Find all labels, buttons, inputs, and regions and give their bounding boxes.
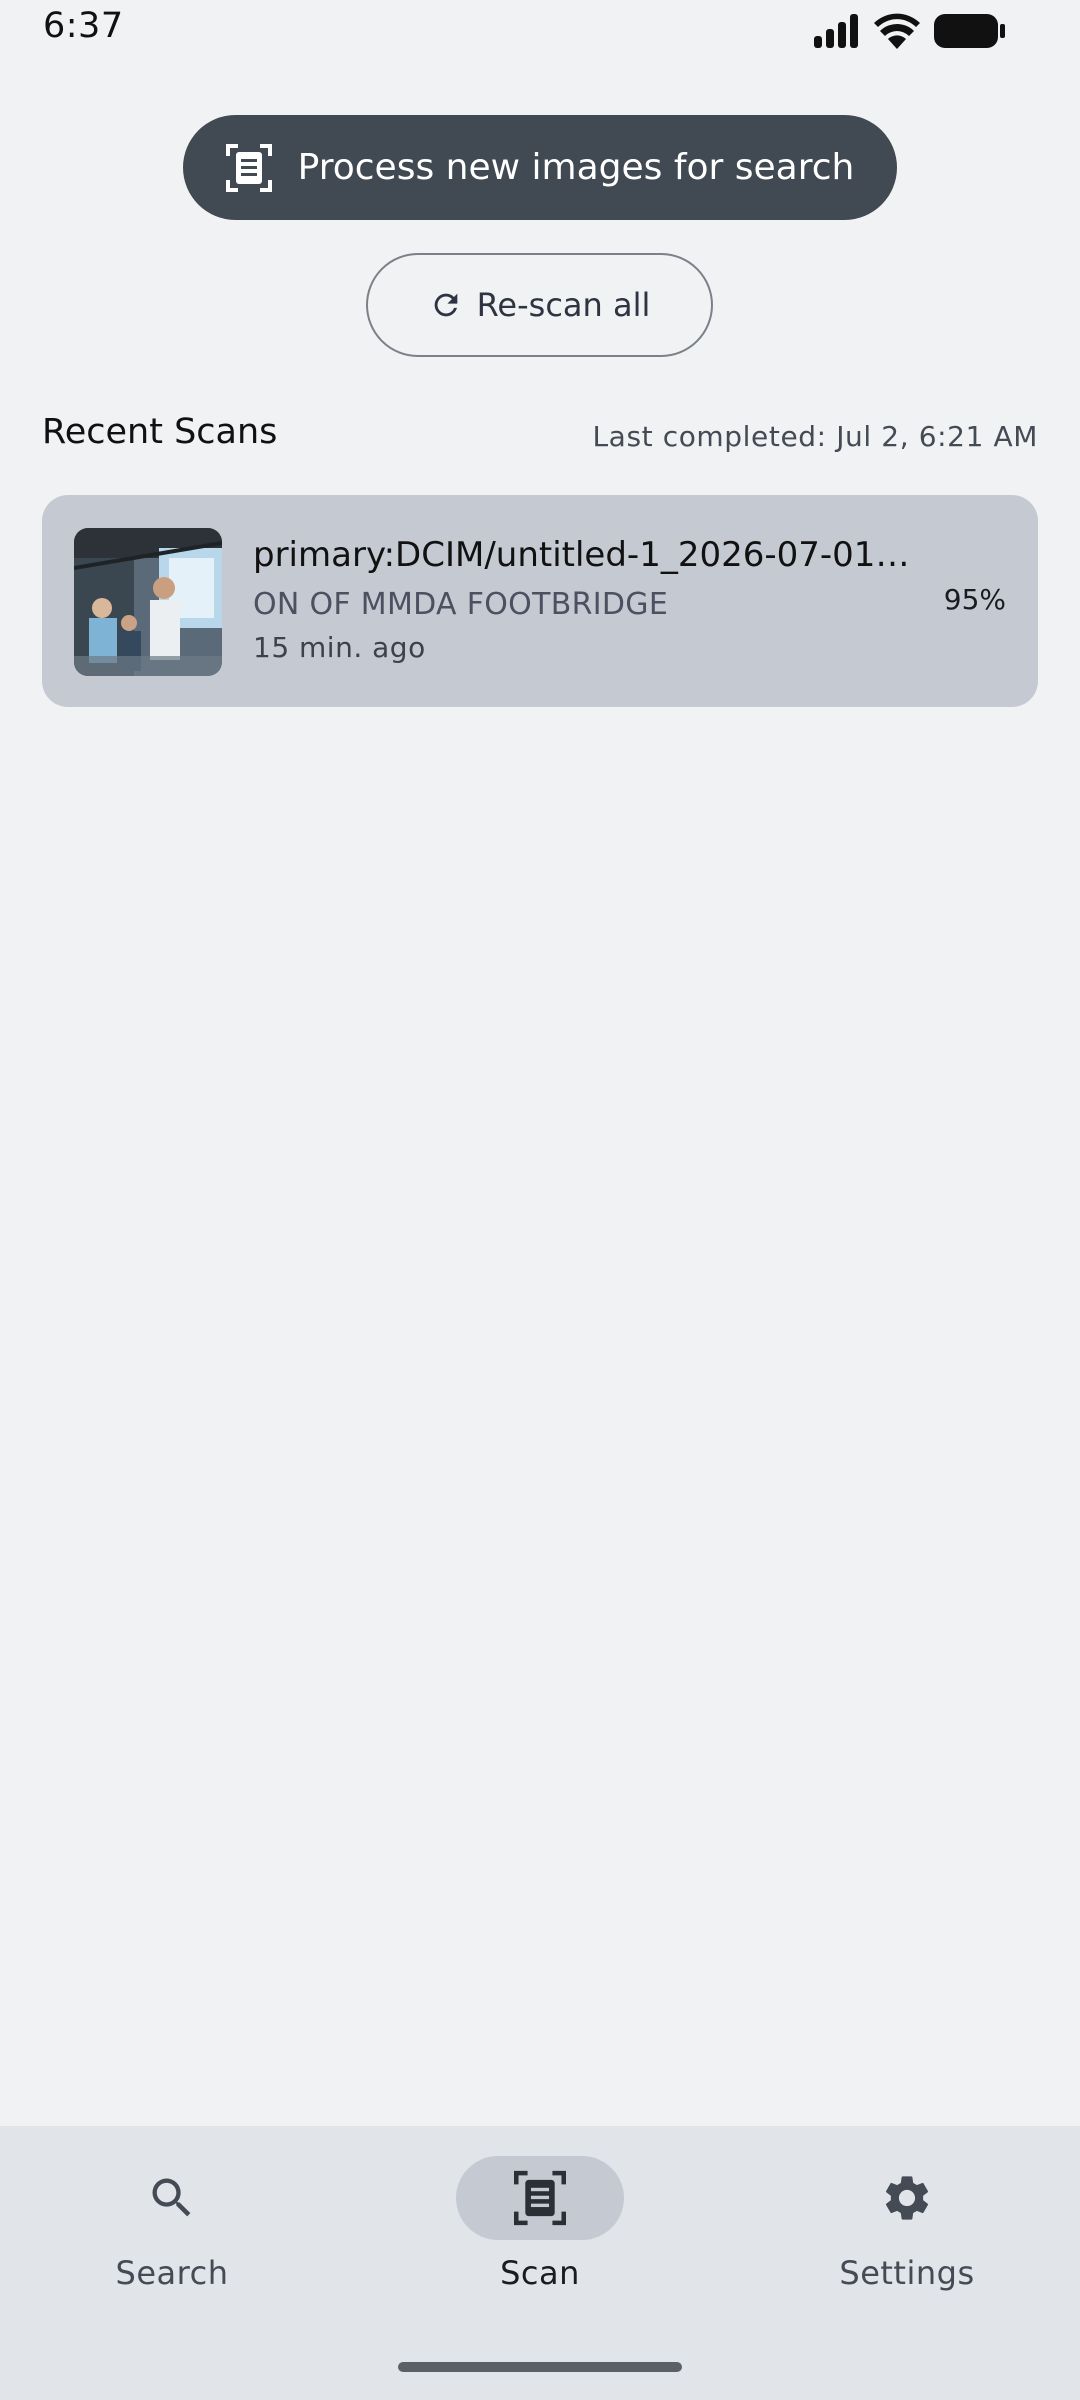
nav-item-scan[interactable]: Scan — [420, 2156, 660, 2306]
nav-scan-indicator — [456, 2156, 624, 2240]
home-indicator[interactable] — [398, 2362, 682, 2372]
nav-item-settings[interactable]: Settings — [787, 2156, 1027, 2306]
scan-item-time: 15 min. ago — [253, 631, 426, 664]
document-scanner-icon — [514, 2170, 566, 2226]
rescan-all-button[interactable]: Re-scan all — [366, 253, 713, 357]
rescan-button-label: Re-scan all — [476, 286, 651, 324]
nav-settings-indicator — [823, 2156, 991, 2240]
recent-scan-item[interactable]: primary:DCIM/untitled-1_2026-07-01_2... … — [42, 495, 1038, 707]
battery-icon — [934, 14, 1005, 48]
process-button-label: Process new images for search — [297, 147, 855, 188]
nav-label-scan: Scan — [500, 2254, 580, 2292]
document-scanner-icon — [225, 143, 272, 192]
gear-icon — [885, 2176, 929, 2220]
nav-label-search: Search — [115, 2254, 229, 2292]
status-icons — [814, 10, 1006, 52]
process-new-images-button[interactable]: Process new images for search — [183, 115, 897, 220]
bottom-navigation: Search Scan Settings — [0, 2126, 1080, 2400]
scan-item-title: primary:DCIM/untitled-1_2026-07-01_2... — [253, 535, 923, 575]
wifi-icon — [874, 13, 920, 49]
search-icon — [152, 2178, 191, 2217]
nav-label-settings: Settings — [839, 2254, 975, 2292]
scan-thumbnail — [74, 528, 222, 676]
nav-item-search[interactable]: Search — [52, 2156, 292, 2306]
nav-search-indicator — [88, 2156, 256, 2240]
status-time: 6:37 — [43, 6, 124, 46]
signal-icon — [814, 14, 858, 48]
scan-item-subtitle: ON OF MMDA FOOTBRIDGE — [253, 587, 669, 622]
refresh-icon — [434, 293, 457, 317]
status-bar: 6:37 — [0, 0, 1080, 62]
recent-scans-title: Recent Scans — [42, 412, 278, 452]
scan-item-percent: 95% — [943, 583, 1006, 616]
last-completed-text: Last completed: Jul 2, 6:21 AM — [592, 420, 1038, 453]
